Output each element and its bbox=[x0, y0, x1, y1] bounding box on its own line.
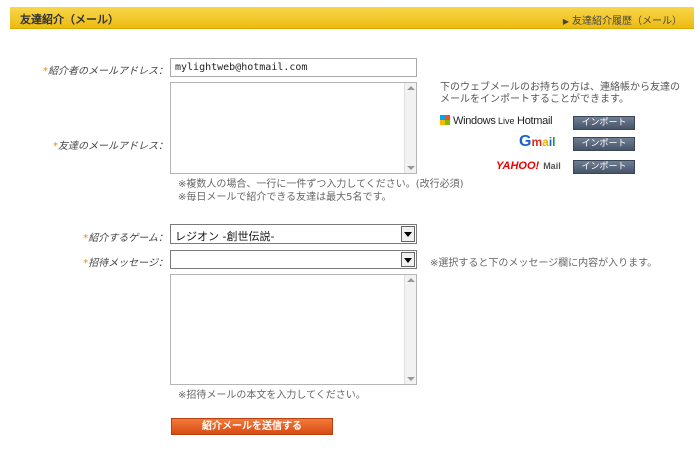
send-invite-button[interactable]: 紹介メールを送信する bbox=[171, 418, 333, 435]
friend-email-label: *友達のメールアドレス： bbox=[53, 141, 168, 152]
import-hotmail-button[interactable]: インポート bbox=[573, 116, 635, 130]
template-select-label: *招待メッセージ： bbox=[83, 258, 168, 269]
friend-note-limit: ※毎日メールで紹介できる友達は最大5名です。 bbox=[178, 192, 392, 203]
page-header: 友達紹介（メール） ▶ 友達紹介履歴（メール） bbox=[10, 7, 694, 29]
import-description: 下のウェブメールのお持ちの方は、連絡帳から友達のメールをインポートすることができ… bbox=[440, 82, 680, 105]
sender-email-input[interactable]: mylightweb@hotmail.com bbox=[170, 58, 417, 77]
import-yahoo-button[interactable]: インポート bbox=[573, 160, 635, 174]
game-select[interactable]: レジオン -創世伝説- bbox=[170, 224, 417, 244]
yahoo-mail-logo: YAHOO! Mail bbox=[496, 160, 561, 172]
template-select[interactable] bbox=[170, 250, 417, 269]
message-textarea[interactable] bbox=[170, 274, 417, 385]
chevron-down-icon[interactable] bbox=[401, 226, 415, 242]
scroll-down-icon[interactable] bbox=[407, 377, 415, 381]
scroll-up-icon[interactable] bbox=[407, 86, 415, 90]
page-title: 友達紹介（メール） bbox=[20, 13, 119, 26]
message-note: ※招待メールの本文を入力してください。 bbox=[178, 390, 366, 401]
windows-flag-icon bbox=[440, 115, 450, 125]
friend-email-textarea[interactable] bbox=[170, 82, 417, 174]
scrollbar[interactable] bbox=[404, 275, 416, 384]
scrollbar[interactable] bbox=[404, 83, 416, 173]
sender-email-label: *紹介者のメールアドレス： bbox=[43, 66, 168, 77]
game-select-label: *紹介するゲーム： bbox=[83, 233, 168, 244]
friend-note-multiple: ※複数人の場合、一行に一件ずつ入力してください。(改行必須) bbox=[178, 179, 464, 190]
scroll-down-icon[interactable] bbox=[407, 166, 415, 170]
gmail-logo: Gmail bbox=[519, 133, 556, 150]
game-select-value: レジオン -創世伝説- bbox=[175, 230, 275, 243]
hotmail-logo: Windows Live Hotmail bbox=[440, 115, 553, 127]
scroll-up-icon[interactable] bbox=[407, 278, 415, 282]
history-link[interactable]: ▶ 友達紹介履歴（メール） bbox=[563, 12, 682, 27]
import-gmail-button[interactable]: インポート bbox=[573, 137, 635, 151]
template-note: ※選択すると下のメッセージ欄に内容が入ります。 bbox=[430, 258, 658, 269]
chevron-down-icon[interactable] bbox=[401, 252, 415, 267]
history-link-label: 友達紹介履歴（メール） bbox=[572, 16, 682, 27]
arrow-right-icon: ▶ bbox=[562, 17, 569, 26]
